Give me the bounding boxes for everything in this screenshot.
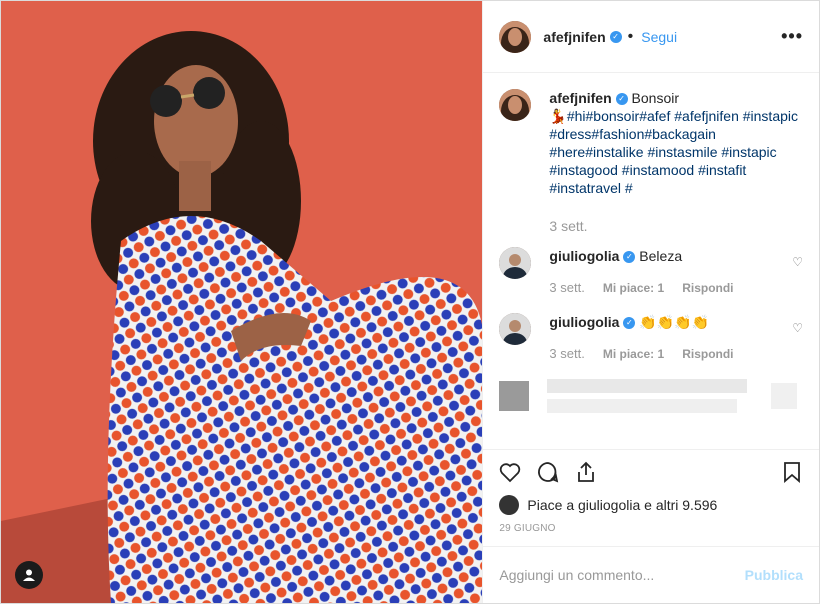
verified-icon: ✓ [609,30,622,43]
comment-button[interactable] [533,457,563,487]
comment-time[interactable]: 3 sett. [549,345,584,363]
comment-likes[interactable]: Mi piace: 1 [603,345,664,363]
post-header: afefjnifen ✓ • Segui ••• [483,1,819,73]
comment-text: Beleza [639,248,683,264]
caption-hashtags[interactable]: 💃#hi#bonsoir#afef #afefjnifen #instapic … [549,108,798,196]
caption: afefjnifen ✓ Bonsoir 💃#hi#bonsoir#afef #a… [499,89,803,235]
liker-avatar [499,495,520,515]
bookmark-icon [784,461,800,483]
comment-time[interactable]: 3 sett. [549,279,584,297]
author-avatar[interactable] [499,20,532,53]
follow-button[interactable]: Segui [641,29,677,45]
comments-list: afefjnifen ✓ Bonsoir 💃#hi#bonsoir#afef #a… [483,73,819,449]
comment-text: 👏👏👏👏 [639,314,710,330]
comment-heart-icon[interactable]: ♡ [792,255,803,269]
post-photo[interactable] [1,1,483,603]
share-icon [578,461,595,482]
save-button[interactable] [777,457,807,487]
action-bar [483,449,819,493]
comment-username[interactable]: giuliogolia [549,248,619,264]
like-button[interactable] [495,457,525,487]
comment-input[interactable]: Aggiungi un commento... [499,567,744,583]
heart-icon [500,462,521,482]
caption-title: Bonsoir [631,90,679,106]
comment-likes[interactable]: Mi piace: 1 [603,279,664,297]
photo-illustration [1,1,483,603]
publish-button[interactable]: Pubblica [745,567,803,583]
post-sidebar: afefjnifen ✓ • Segui ••• afefjnifen ✓ Bon… [482,1,819,603]
comment-item: giuliogolia ✓ Beleza 3 sett. Mi piace: 1 … [499,247,803,297]
pixelated-comment [499,373,803,431]
likes-text: Piace a giuliogolia e altri 9.596 [527,497,718,513]
caption-time[interactable]: 3 sett. [549,217,803,235]
post-date[interactable]: 29 GIUGNO [483,517,819,547]
verified-icon: ✓ [615,93,628,106]
share-button[interactable] [571,457,601,487]
reply-button[interactable]: Rispondi [682,279,733,297]
author-username[interactable]: afefjnifen [543,29,605,45]
verified-icon: ✓ [623,251,636,264]
more-icon[interactable]: ••• [781,26,803,47]
likes-summary[interactable]: Piace a giuliogolia e altri 9.596 [483,493,819,517]
reply-button[interactable]: Rispondi [682,345,733,363]
user-tag-button[interactable] [15,561,43,589]
comment-item: giuliogolia ✓ 👏👏👏👏 3 sett. Mi piace: 1 Ri… [499,313,803,363]
caption-avatar[interactable] [499,89,532,121]
comment-avatar[interactable] [499,247,532,279]
comment-icon [538,461,559,482]
comment-heart-icon[interactable]: ♡ [792,321,803,335]
post-dialog: afefjnifen ✓ • Segui ••• afefjnifen ✓ Bon… [0,0,820,604]
separator-dot: • [627,27,634,45]
add-comment-bar: Aggiungi un commento... Pubblica [483,547,819,603]
comment-username[interactable]: giuliogolia [549,314,619,330]
user-tag-icon [23,569,35,581]
caption-username[interactable]: afefjnifen [549,90,611,106]
verified-icon: ✓ [623,317,636,330]
comment-avatar[interactable] [499,313,532,345]
